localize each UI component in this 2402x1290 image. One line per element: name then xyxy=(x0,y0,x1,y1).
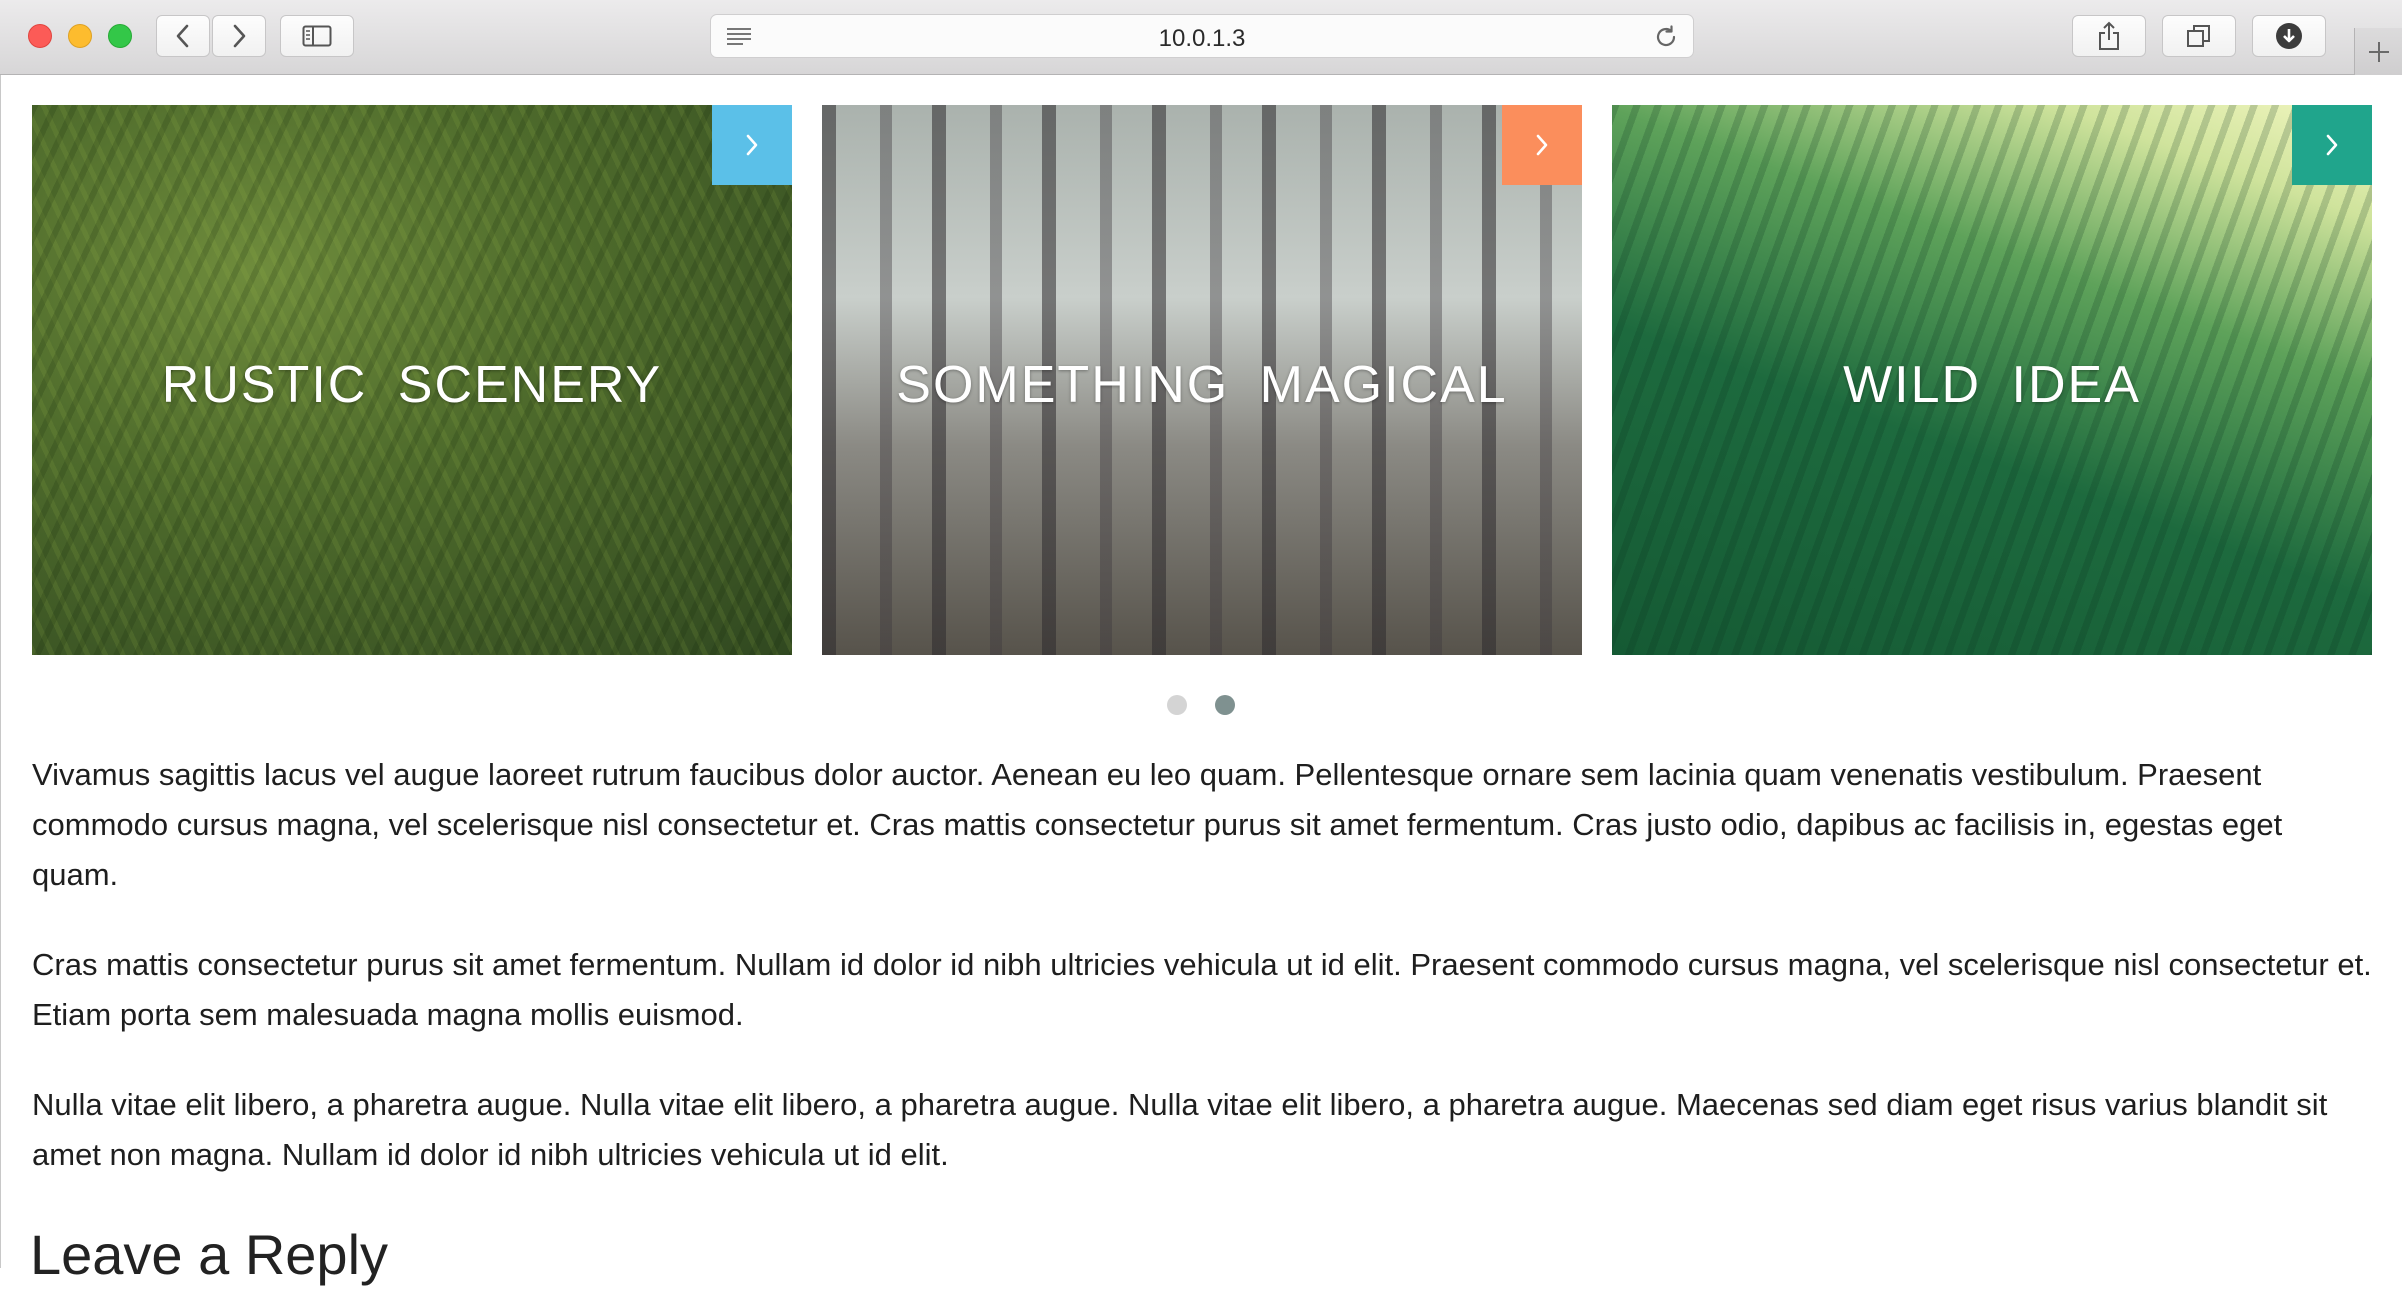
url-text[interactable]: 10.0.1.3 xyxy=(711,25,1693,53)
forward-icon xyxy=(233,24,246,48)
slide-next-button[interactable] xyxy=(2292,105,2372,185)
slide-rustic-scenery[interactable]: RUSTIC SCENERY xyxy=(32,105,792,655)
reply-heading: Leave a Reply xyxy=(30,1223,389,1286)
slider-pagination xyxy=(0,695,2402,717)
downloads-button[interactable] xyxy=(2252,15,2326,57)
window-edge xyxy=(0,75,1,1268)
slide-title: WILD IDEA xyxy=(1843,356,2141,414)
slide-wild-idea[interactable]: WILD IDEA xyxy=(1612,105,2372,655)
zoom-window-icon[interactable] xyxy=(108,24,132,48)
forward-button[interactable] xyxy=(212,15,266,57)
sidebar-icon xyxy=(302,25,332,47)
back-icon xyxy=(176,24,189,48)
download-icon xyxy=(2276,23,2302,49)
paragraph: Cras mattis consectetur purus sit amet f… xyxy=(32,947,2372,1032)
close-window-icon[interactable] xyxy=(28,24,52,48)
slide-next-button[interactable] xyxy=(1502,105,1582,185)
address-bar[interactable]: 10.0.1.3 xyxy=(710,14,1694,58)
sidebar-button[interactable] xyxy=(280,15,354,57)
slide-next-button[interactable] xyxy=(712,105,792,185)
new-tab-button[interactable] xyxy=(2354,28,2402,75)
chevron-right-icon xyxy=(1536,134,1548,156)
article-body: Vivamus sagittis lacus vel augue laoreet… xyxy=(32,750,2372,1220)
browser-toolbar: 10.0.1.3 xyxy=(0,0,2402,75)
paragraph: Nulla vitae elit libero, a pharetra augu… xyxy=(32,1087,2328,1172)
slider-dot[interactable] xyxy=(1167,695,1187,715)
slide-something-magical[interactable]: SOMETHING MAGICAL xyxy=(822,105,1582,655)
tabs-icon xyxy=(2187,25,2210,47)
share-button[interactable] xyxy=(2072,15,2146,57)
back-button[interactable] xyxy=(156,15,210,57)
share-icon xyxy=(2099,21,2119,50)
show-tabs-button[interactable] xyxy=(2162,15,2236,57)
reload-icon[interactable] xyxy=(1653,24,1679,50)
slide-title: SOMETHING MAGICAL xyxy=(896,356,1508,414)
paragraph: Vivamus sagittis lacus vel augue laoreet… xyxy=(32,757,2283,892)
slide-title: RUSTIC SCENERY xyxy=(161,356,663,414)
chevron-right-icon xyxy=(2326,134,2338,156)
minimize-window-icon[interactable] xyxy=(68,24,92,48)
slider-dot-active[interactable] xyxy=(1215,695,1235,715)
new-tab-icon xyxy=(2368,41,2389,62)
chevron-right-icon xyxy=(746,134,758,156)
